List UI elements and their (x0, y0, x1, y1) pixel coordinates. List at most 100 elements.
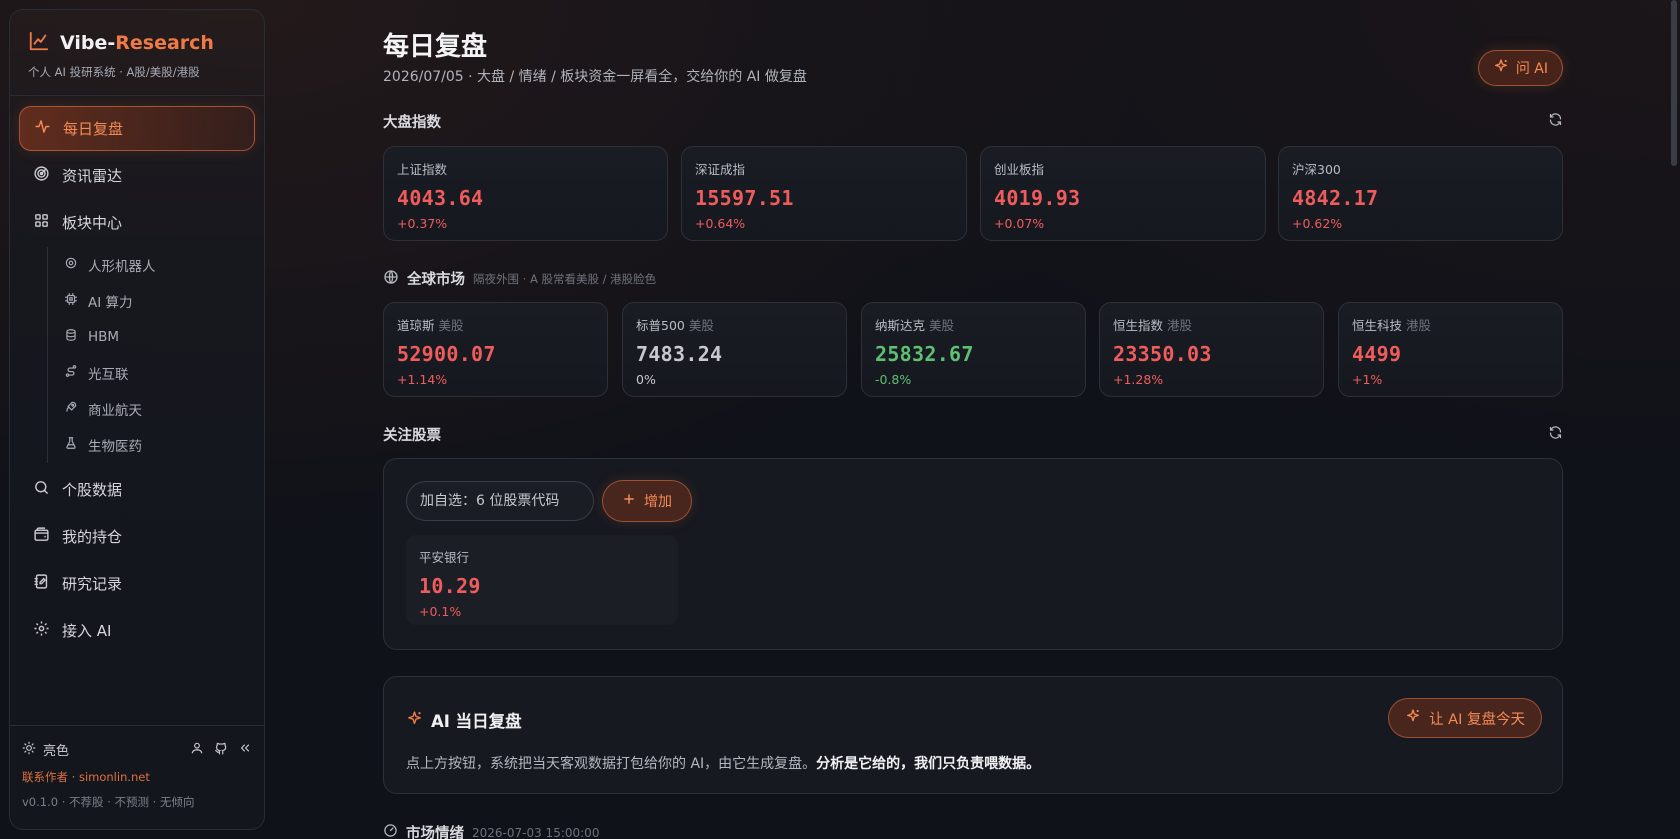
index-card[interactable]: 创业板指 4019.93 +0.07% (980, 146, 1266, 241)
contact-link[interactable]: 联系作者 · simonlin.net (22, 769, 252, 785)
global-change: -0.8% (875, 372, 912, 387)
cog-icon (64, 256, 78, 274)
brand: Vibe-Research 个人 AI 投研系统 · A股/美股/港股 (10, 10, 264, 96)
ai-review-today-button[interactable]: 让 AI 复盘今天 (1388, 698, 1542, 738)
sector-item-label: 商业航天 (88, 403, 142, 419)
stock-change: +0.1% (419, 604, 462, 619)
sector-item-biomedicine[interactable]: 生物医药 (58, 427, 255, 463)
database-icon (64, 328, 78, 346)
sector-item-ai-compute[interactable]: AI 算力 (58, 283, 255, 319)
route-icon (64, 364, 78, 382)
ai-review-desc-plain: 点上方按钮，系统把当天客观数据打包给你的 AI，由它生成复盘。 (406, 756, 817, 772)
index-name: 上证指数 (397, 162, 448, 177)
global-market: 港股 (1406, 318, 1432, 333)
global-name-row: 道琼斯 美股 (397, 315, 594, 334)
nav-item-label: 资讯雷达 (62, 167, 123, 185)
nav-item-stock-data[interactable]: 个股数据 (19, 467, 255, 512)
sentiment-timestamp: 2026-07-03 15:00:00 (472, 825, 600, 839)
global-note: 隔夜外围 · A 股常看美股 / 港股脸色 (473, 271, 657, 286)
global-value: 25832.67 (875, 342, 974, 366)
global-value: 52900.07 (397, 342, 496, 366)
page-scrollbar[interactable] (1671, 0, 1677, 166)
global-name: 道琼斯 (397, 318, 435, 333)
index-name: 沪深300 (1292, 162, 1341, 177)
collapse-sidebar-icon[interactable] (238, 740, 252, 759)
add-stock-button[interactable]: 增加 (602, 480, 692, 522)
sector-item-label: 人形机器人 (88, 259, 156, 275)
github-icon[interactable] (214, 740, 228, 759)
sector-item-label: HBM (88, 329, 120, 345)
sector-item-commercial-space[interactable]: 商业航天 (58, 391, 255, 427)
global-card[interactable]: 恒生指数 港股 23350.03 +1.28% (1099, 302, 1324, 397)
sun-icon (22, 741, 36, 759)
stock-price: 10.29 (419, 574, 481, 598)
global-market: 美股 (438, 318, 464, 333)
stock-code-input[interactable] (406, 481, 594, 521)
global-market: 港股 (1167, 318, 1193, 333)
grid-icon (33, 212, 50, 233)
refresh-icon[interactable] (1548, 112, 1563, 131)
global-value: 7483.24 (636, 342, 723, 366)
indices-header: 大盘指数 (383, 111, 1563, 132)
global-name-row: 标普500 美股 (636, 315, 833, 334)
sector-item-optical-interconnect[interactable]: 光互联 (58, 355, 255, 391)
sector-item-humanoid-robot[interactable]: 人形机器人 (58, 247, 255, 283)
index-change: +0.62% (1292, 216, 1343, 231)
theme-label: 亮色 (43, 744, 70, 759)
global-card[interactable]: 恒生科技 港股 4499 +1% (1338, 302, 1563, 397)
global-change: 0% (636, 372, 656, 387)
ai-review-panel: AI 当日复盘 让 AI 复盘今天 点上方按钮，系统把当天客观数据打包给你的 A… (383, 676, 1563, 794)
watchlist-header: 关注股票 (383, 424, 1563, 445)
global-card[interactable]: 标普500 美股 7483.24 0% (622, 302, 847, 397)
nav-item-sector-center[interactable]: 板块中心 (19, 200, 255, 245)
brand-title: Vibe-Research (60, 32, 214, 54)
nav-item-holdings[interactable]: 我的持仓 (19, 514, 255, 559)
ai-review-button-label: 让 AI 复盘今天 (1429, 711, 1525, 728)
global-change: +1% (1352, 372, 1383, 387)
global-market: 美股 (688, 318, 714, 333)
global-name-row: 恒生科技 港股 (1352, 315, 1549, 334)
sparkle-icon (406, 710, 423, 731)
line-chart-icon (28, 30, 50, 56)
user-icon[interactable] (190, 740, 204, 759)
global-name-row: 纳斯达克 美股 (875, 315, 1072, 334)
main-nav: 每日复盘 资讯雷达 板块中心 人形机器人 AI 算力 HBM 光互联 商业航天 … (10, 96, 264, 653)
sector-item-hbm[interactable]: HBM (58, 319, 255, 355)
index-card[interactable]: 上证指数 4043.64 +0.37% (383, 146, 668, 241)
global-card[interactable]: 纳斯达克 美股 25832.67 -0.8% (861, 302, 1086, 397)
global-change: +1.28% (1113, 372, 1164, 387)
global-value: 4499 (1352, 342, 1402, 366)
index-card[interactable]: 沪深300 4842.17 +0.62% (1278, 146, 1563, 241)
nav-item-daily-review[interactable]: 每日复盘 (19, 106, 255, 151)
global-title-row: 全球市场 隔夜外围 · A 股常看美股 / 港股脸色 (383, 268, 656, 289)
nav-item-research-notes[interactable]: 研究记录 (19, 561, 255, 606)
nav-item-connect-ai[interactable]: 接入 AI (19, 608, 255, 653)
index-name: 创业板指 (994, 162, 1045, 177)
theme-toggle[interactable]: 亮色 (22, 740, 69, 759)
sector-item-label: 生物医药 (88, 439, 142, 455)
index-value: 15597.51 (695, 186, 794, 210)
ask-ai-button[interactable]: 问 AI (1477, 50, 1563, 86)
globe-icon (383, 269, 399, 289)
global-change: +1.14% (397, 372, 448, 387)
sector-subnav: 人形机器人 AI 算力 HBM 光互联 商业航天 生物医药 (47, 247, 255, 463)
nav-item-label: 每日复盘 (63, 120, 124, 138)
ai-review-title-row: AI 当日复盘 (406, 708, 522, 732)
brand-row[interactable]: Vibe-Research (28, 30, 264, 56)
sector-item-label: AI 算力 (88, 295, 133, 311)
ai-review-description: 点上方按钮，系统把当天客观数据打包给你的 AI，由它生成复盘。分析是它给的，我们… (406, 753, 1040, 773)
refresh-icon[interactable] (1548, 425, 1563, 444)
index-name: 深证成指 (695, 162, 746, 177)
ask-ai-label: 问 AI (1515, 61, 1548, 77)
nav-item-news-radar[interactable]: 资讯雷达 (19, 153, 255, 198)
global-title: 全球市场 (407, 272, 465, 288)
sentiment-title: 市场情绪 (406, 826, 464, 839)
gauge-icon (383, 823, 398, 839)
ai-review-title: AI 当日复盘 (431, 712, 522, 731)
flask-icon (64, 436, 78, 454)
watch-stock-card[interactable]: 平安银行 10.29 +0.1% (406, 535, 678, 625)
index-card[interactable]: 深证成指 15597.51 +0.64% (681, 146, 967, 241)
global-name-row: 恒生指数 港股 (1113, 315, 1310, 334)
global-card[interactable]: 道琼斯 美股 52900.07 +1.14% (383, 302, 608, 397)
search-icon (33, 479, 50, 500)
